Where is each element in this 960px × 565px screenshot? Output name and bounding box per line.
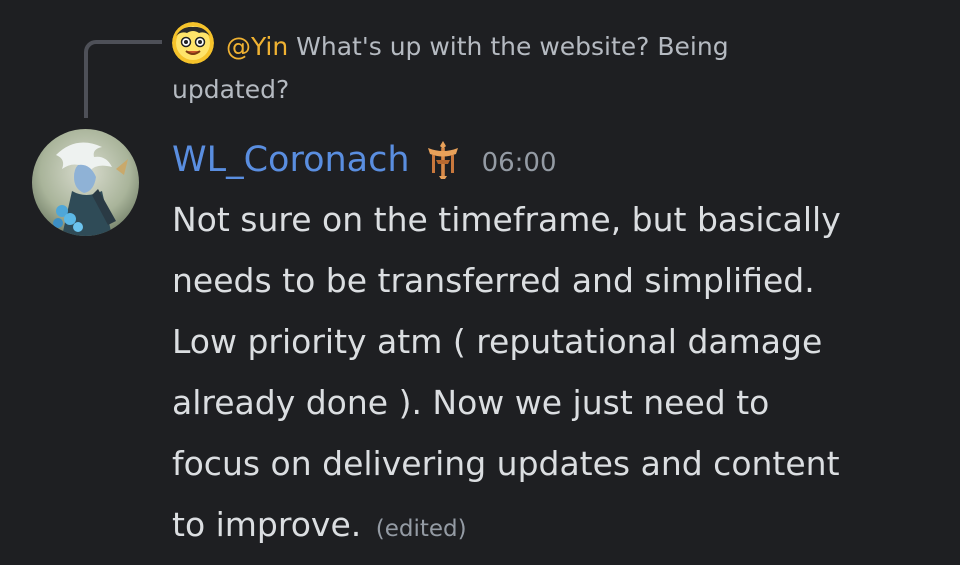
reply-author[interactable]: @Yin — [226, 32, 288, 61]
reply-preview[interactable]: @Yin What's up with the website? Being up… — [172, 25, 812, 111]
message-line-last: to improve. (edited) — [172, 494, 932, 560]
message-line: already done ). Now we just need to — [172, 383, 770, 422]
reply-connector — [84, 40, 162, 118]
message-line: Not sure on the timeframe, but basically — [172, 200, 841, 239]
message-line-text: to improve. — [172, 505, 362, 544]
message-line: focus on delivering updates and content — [172, 444, 840, 483]
message-line: needs to be transferred and simplified. — [172, 261, 815, 300]
edited-indicator: (edited) — [375, 516, 467, 542]
chat-message: @Yin What's up with the website? Being up… — [0, 0, 960, 565]
username[interactable]: WL_Coronach — [172, 140, 410, 180]
sword-role-icon[interactable] — [426, 140, 460, 180]
message-content: Not sure on the timeframe, but basically… — [172, 189, 932, 560]
message-line: Low priority atm ( reputational damage — [172, 322, 823, 361]
message-header: WL_Coronach 06:00 — [172, 136, 557, 184]
user-avatar[interactable] — [32, 129, 139, 236]
timestamp[interactable]: 06:00 — [482, 148, 557, 178]
